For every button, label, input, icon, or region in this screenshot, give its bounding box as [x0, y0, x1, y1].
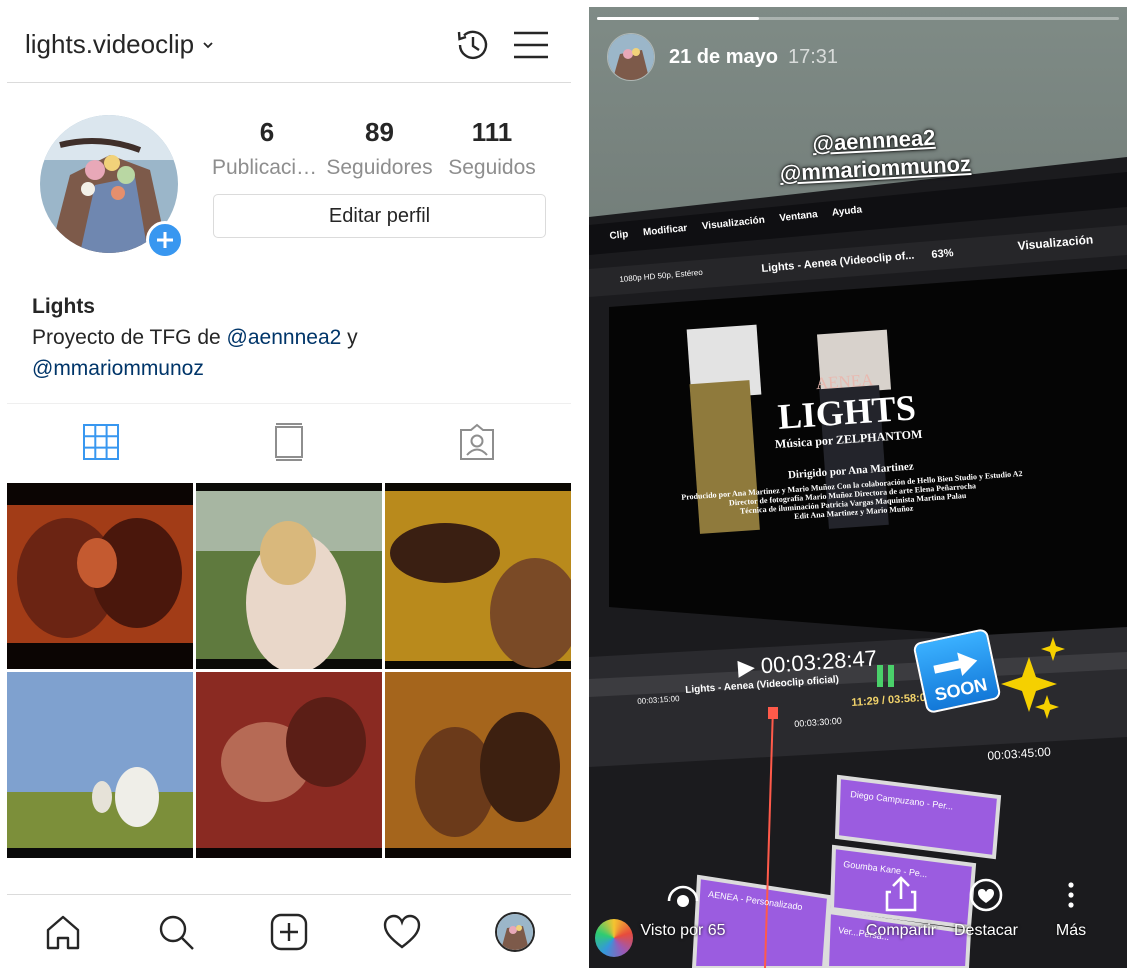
nav-search[interactable] — [154, 910, 198, 954]
avatar — [494, 911, 535, 952]
story-date: 21 de mayo — [669, 45, 778, 68]
profile-avatar[interactable] — [40, 115, 184, 259]
heart-icon — [383, 914, 420, 949]
username-label: lights.videoclip — [25, 29, 195, 59]
video-credits: AENEA LIGHTS Música por ZELPHANTOM Dirig… — [680, 370, 1023, 521]
stat-posts[interactable]: 6 Publicaciones — [212, 117, 322, 180]
home-icon — [47, 915, 80, 949]
profile-stats: 6 Publicaciones 89 Seguidores 111 Seguid… — [212, 117, 547, 180]
nav-new-post[interactable] — [267, 910, 311, 954]
story-progress-fill — [597, 17, 759, 20]
tab-grid[interactable] — [7, 404, 195, 479]
grid-icon — [83, 423, 119, 460]
bio-text: Proyecto de TFG de @aennnea2 y @mmariomm… — [32, 326, 358, 380]
post-thumbnail[interactable] — [7, 672, 193, 858]
viewer-avatar — [595, 919, 633, 957]
nav-activity[interactable] — [380, 910, 424, 954]
profile-screen: lights.videoclip 6 Publicacion 89 Seguid… — [7, 7, 571, 968]
stat-followers[interactable]: 89 Seguidores — [325, 117, 435, 180]
post-thumbnail[interactable] — [196, 483, 382, 669]
add-story-button[interactable] — [146, 221, 184, 259]
posts-grid — [7, 483, 571, 859]
more-button[interactable]: Más — [1041, 877, 1101, 940]
eye-icon — [667, 885, 699, 907]
plus-icon — [157, 232, 173, 248]
nav-profile[interactable] — [493, 910, 537, 954]
account-switcher[interactable]: lights.videoclip — [25, 29, 214, 60]
profile-bio: Lights Proyecto de TFG de @aennnea2 y @m… — [32, 291, 552, 384]
story-mentions: @aennnea2 @mmariommunoz — [778, 122, 972, 188]
search-icon — [159, 915, 195, 950]
tagged-icon — [460, 423, 494, 460]
share-icon — [885, 876, 917, 912]
seen-by-button[interactable]: Visto por 65 — [633, 879, 733, 940]
story-time: 17:31 — [787, 45, 839, 68]
edit-profile-button[interactable]: Editar perfil — [213, 194, 546, 238]
story-viewer[interactable]: Clip Modificar Visualización Ventana Ayu… — [589, 7, 1127, 968]
post-thumbnail[interactable] — [7, 483, 193, 669]
nav-home[interactable] — [41, 910, 85, 954]
share-button[interactable]: Compartir — [851, 875, 951, 940]
chevron-down-icon — [203, 41, 213, 48]
post-thumbnail[interactable] — [385, 483, 571, 669]
story-header[interactable]: 21 de mayo 17:31 — [607, 33, 838, 81]
menu-icon[interactable] — [509, 23, 553, 67]
profile-name: Lights — [32, 295, 95, 318]
stat-following[interactable]: 111 Seguidos — [437, 117, 547, 180]
avatar — [607, 33, 655, 81]
add-post-icon — [270, 913, 308, 950]
profile-top-bar: lights.videoclip — [7, 7, 571, 83]
editor-zoom-label: 63% — [931, 247, 954, 261]
feed-icon — [275, 422, 303, 461]
post-thumbnail[interactable] — [385, 672, 571, 858]
story-progress-bar — [597, 17, 1119, 20]
more-dots-icon — [1068, 882, 1074, 908]
archive-history-icon[interactable] — [451, 23, 495, 67]
story-footer: Visto por 65 Compartir Destacar Más — [589, 867, 1127, 968]
post-thumbnail[interactable] — [196, 672, 382, 858]
mention-link[interactable]: @mmariommunoz — [32, 357, 204, 380]
tab-tagged[interactable] — [383, 404, 571, 479]
highlight-button[interactable]: Destacar — [943, 877, 1029, 940]
tab-feed[interactable] — [195, 404, 383, 479]
bottom-navigation — [7, 894, 571, 968]
profile-tabs — [7, 403, 571, 479]
mention-link[interactable]: @aennnea2 — [227, 326, 342, 349]
highlight-heart-icon — [969, 878, 1003, 912]
screenshot-root: lights.videoclip 6 Publicacion 89 Seguid… — [0, 0, 1127, 968]
